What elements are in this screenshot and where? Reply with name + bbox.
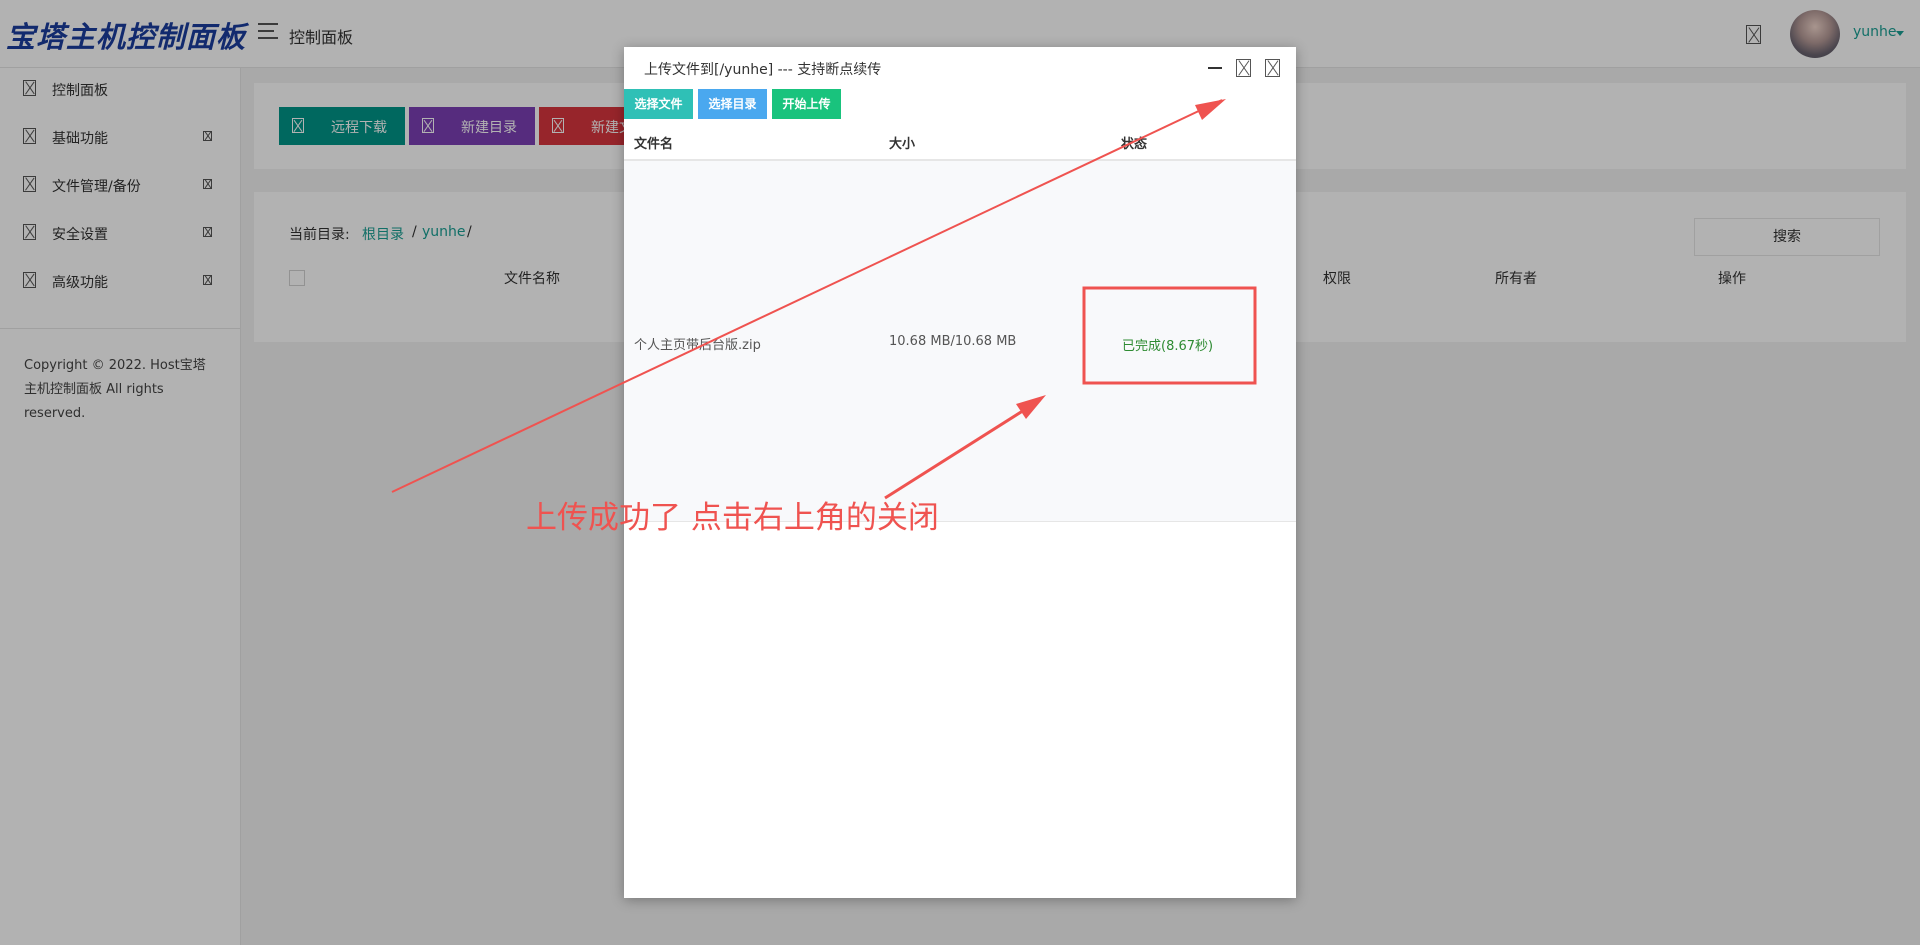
maximize-icon[interactable] [1236, 59, 1251, 77]
close-icon[interactable] [1265, 59, 1280, 77]
choose-file-button[interactable]: 选择文件 [624, 89, 693, 119]
column-header-name: 文件名 [634, 137, 674, 152]
upload-file-size: 10.68 MB/10.68 MB [889, 334, 1017, 349]
annotation-text: 上传成功了 点击右上角的关闭 [526, 500, 939, 536]
upload-file-name: 个人主页带后台版.zip [634, 338, 761, 353]
upload-list: 个人主页带后台版.zip 10.68 MB/10.68 MB 已完成(8.67秒… [624, 161, 1296, 522]
choose-folder-button[interactable]: 选择目录 [698, 89, 767, 119]
minimize-icon[interactable] [1208, 67, 1222, 69]
dialog-title: 上传文件到[/yunhe] --- 支持断点续传 [644, 62, 882, 78]
start-upload-button[interactable]: 开始上传 [772, 89, 841, 119]
upload-dialog: 上传文件到[/yunhe] --- 支持断点续传 选择文件 选择目录 开始上传 … [624, 47, 1296, 898]
upload-status: 已完成(8.67秒) [1122, 339, 1214, 354]
column-header-status: 状态 [1121, 137, 1148, 152]
column-header-size: 大小 [889, 137, 916, 152]
